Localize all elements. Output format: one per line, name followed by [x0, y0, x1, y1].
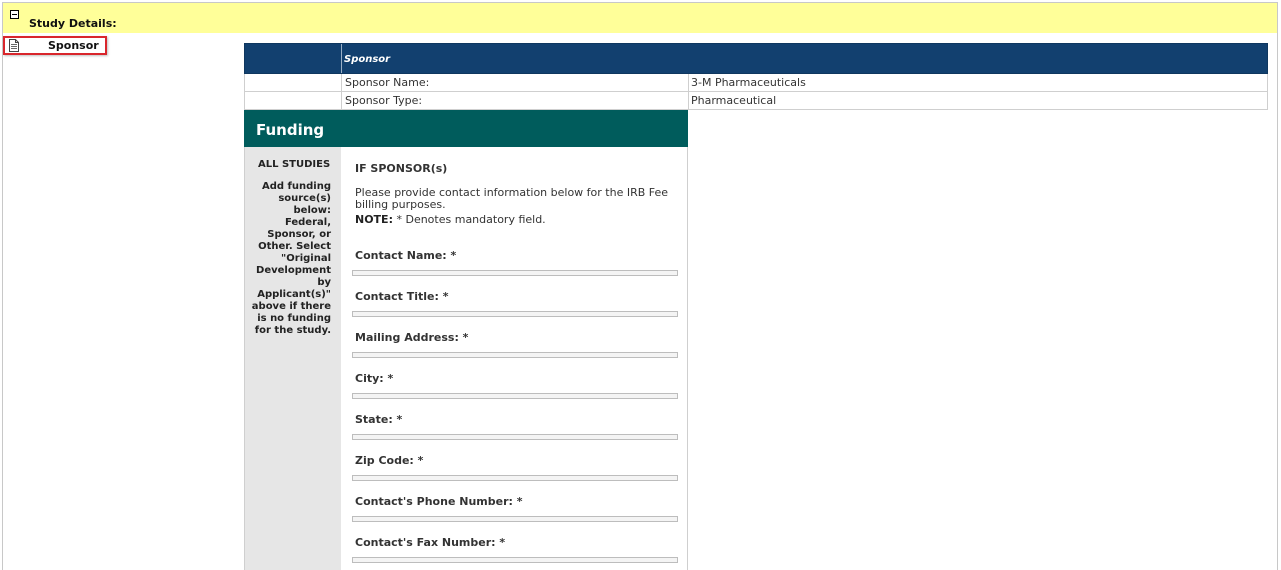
- sponsor-contact-form: IF SPONSOR(s) Please provide contact inf…: [341, 147, 688, 570]
- collapse-toggle-icon[interactable]: [10, 10, 19, 19]
- city-label: City: *: [355, 372, 394, 385]
- sponsor-table-header: Sponsor: [244, 43, 1268, 74]
- phone-number-label: Contact's Phone Number: *: [355, 495, 523, 508]
- contact-name-label: Contact Name: *: [355, 249, 457, 262]
- header-divider: [341, 44, 342, 73]
- cell-divider: [688, 74, 689, 91]
- phone-number-input[interactable]: [352, 516, 678, 522]
- cell-divider: [341, 92, 342, 109]
- funding-title: Funding: [256, 121, 325, 139]
- study-details-title: Study Details:: [29, 17, 117, 30]
- zip-code-input[interactable]: [352, 475, 678, 481]
- city-input[interactable]: [352, 393, 678, 399]
- zip-code-label: Zip Code: *: [355, 454, 424, 467]
- all-studies-description: Add funding source(s) below: Federal, Sp…: [251, 181, 331, 336]
- sponsor-table-title: Sponsor: [344, 54, 391, 65]
- contact-name-input[interactable]: [352, 270, 678, 276]
- billing-instructions: Please provide contact information below…: [355, 186, 669, 211]
- study-details-bar: Study Details:: [3, 3, 1277, 33]
- sponsor-nav-label: Sponsor: [48, 39, 99, 52]
- state-input[interactable]: [352, 434, 678, 440]
- mandatory-note: NOTE: * Denotes mandatory field.: [355, 213, 546, 226]
- mailing-address-input[interactable]: [352, 352, 678, 358]
- mailing-address-label: Mailing Address: *: [355, 331, 469, 344]
- cell-divider: [688, 92, 689, 109]
- contact-title-label: Contact Title: *: [355, 290, 449, 303]
- sponsor-type-label: Sponsor Type:: [345, 94, 423, 107]
- note-text: * Denotes mandatory field.: [392, 213, 546, 226]
- contact-title-input[interactable]: [352, 311, 678, 317]
- cell-divider: [341, 74, 342, 91]
- sponsor-name-value: 3-M Pharmaceuticals: [691, 76, 806, 89]
- sponsor-name-label: Sponsor Name:: [345, 76, 430, 89]
- funding-header: Funding: [244, 110, 688, 147]
- sponsor-nav-item[interactable]: Sponsor: [3, 36, 107, 55]
- table-row: Sponsor Name: 3-M Pharmaceuticals: [244, 74, 1268, 92]
- if-sponsor-heading: IF SPONSOR(s): [355, 162, 448, 175]
- note-label: NOTE:: [355, 213, 393, 226]
- state-label: State: *: [355, 413, 403, 426]
- sponsor-table: Sponsor Sponsor Name: 3-M Pharmaceutical…: [244, 43, 1268, 110]
- sponsor-type-value: Pharmaceutical: [691, 94, 777, 107]
- fax-number-label: Contact's Fax Number: *: [355, 536, 506, 549]
- document-icon: [9, 39, 19, 52]
- fax-number-input[interactable]: [352, 557, 678, 563]
- table-row: Sponsor Type: Pharmaceutical: [244, 92, 1268, 110]
- all-studies-heading: ALL STUDIES: [258, 159, 331, 170]
- funding-instructions-column: ALL STUDIES Add funding source(s) below:…: [244, 147, 341, 570]
